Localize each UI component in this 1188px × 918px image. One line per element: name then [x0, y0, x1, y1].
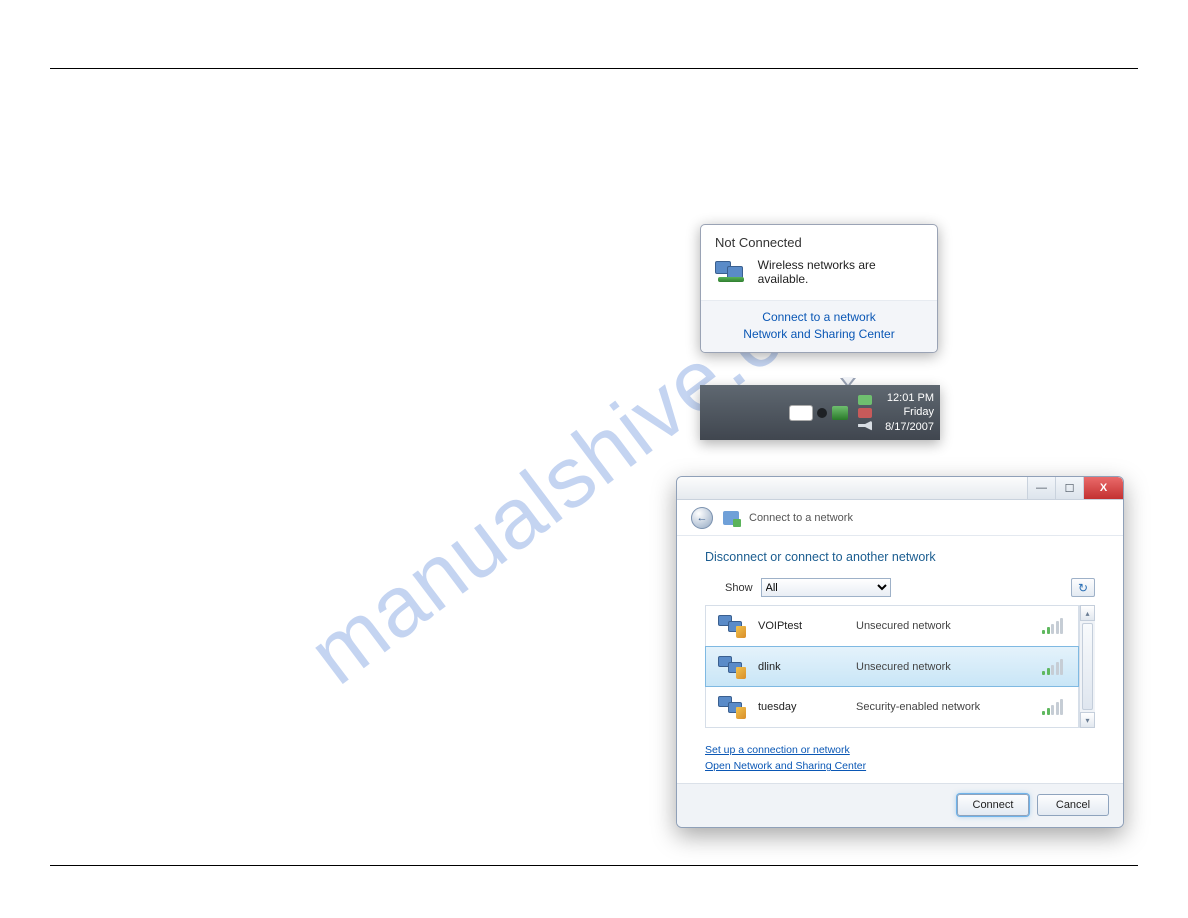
titlebar: — ☐ X	[677, 477, 1123, 500]
network-row[interactable]: VOIPtest Unsecured network	[706, 606, 1078, 647]
dialog-subtitle: Disconnect or connect to another network	[705, 550, 1095, 564]
close-button[interactable]: X	[1083, 477, 1123, 499]
signal-strength-icon	[1042, 699, 1066, 715]
power-icon[interactable]	[817, 408, 827, 418]
network-row[interactable]: tuesday Security-enabled network	[706, 686, 1078, 727]
balloon-title: Not Connected	[715, 235, 923, 250]
network-security: Unsecured network	[856, 620, 1030, 632]
back-button[interactable]: ←	[691, 507, 713, 529]
clock-date: 8/17/2007	[885, 420, 934, 434]
connect-network-dialog: — ☐ X ← Connect to a network Disconnect …	[676, 476, 1124, 828]
network-name: tuesday	[758, 701, 844, 713]
system-clock[interactable]: 12:01 PM Friday 8/17/2007	[885, 391, 934, 434]
system-tray: 12:01 PM Friday 8/17/2007	[700, 385, 940, 440]
scrollbar[interactable]: ▴ ▾	[1079, 605, 1095, 728]
open-sharing-center-link[interactable]: Open Network and Sharing Center	[705, 758, 1095, 774]
scroll-down-button[interactable]: ▾	[1080, 712, 1095, 728]
balloon-message: Wireless networks are available.	[758, 258, 923, 286]
maximize-button[interactable]: ☐	[1055, 477, 1083, 499]
show-filter-select[interactable]: All	[761, 578, 891, 597]
network-tray-icon[interactable]	[858, 408, 872, 418]
battery-icon[interactable]	[790, 406, 812, 420]
notification-balloon: Not Connected Wireless networks are avai…	[700, 224, 938, 353]
minimize-button[interactable]: —	[1027, 477, 1055, 499]
connect-button[interactable]: Connect	[957, 794, 1029, 816]
network-row[interactable]: dlink Unsecured network	[705, 646, 1079, 687]
network-security: Unsecured network	[856, 661, 1030, 673]
show-label: Show	[725, 582, 753, 594]
scroll-up-button[interactable]: ▴	[1080, 605, 1095, 621]
connect-network-link[interactable]: Connect to a network	[701, 309, 937, 326]
network-item-icon	[716, 614, 746, 638]
setup-connection-link[interactable]: Set up a connection or network	[705, 742, 1095, 758]
breadcrumb: ← Connect to a network	[677, 500, 1123, 536]
signal-strength-icon	[1042, 659, 1066, 675]
network-name: VOIPtest	[758, 620, 844, 632]
network-name: dlink	[758, 661, 844, 673]
sharing-center-link[interactable]: Network and Sharing Center	[701, 326, 937, 343]
breadcrumb-text: Connect to a network	[749, 512, 853, 524]
tray-icon[interactable]	[858, 395, 872, 405]
network-path-icon	[723, 511, 739, 525]
dialog-footer: Connect Cancel	[677, 783, 1123, 827]
network-item-icon	[716, 695, 746, 719]
top-rule	[50, 68, 1138, 69]
cancel-button[interactable]: Cancel	[1037, 794, 1109, 816]
clock-time: 12:01 PM	[885, 391, 934, 405]
network-security: Security-enabled network	[856, 701, 1030, 713]
bottom-rule	[50, 865, 1138, 866]
network-list: VOIPtest Unsecured network dlink Unsecured …	[705, 605, 1079, 728]
clock-day: Friday	[885, 405, 934, 419]
network-item-icon	[716, 655, 746, 679]
refresh-button[interactable]: ↻	[1071, 578, 1095, 597]
scroll-thumb[interactable]	[1082, 623, 1093, 710]
network-icon	[715, 258, 748, 286]
security-icon[interactable]	[832, 406, 848, 420]
signal-strength-icon	[1042, 618, 1066, 634]
volume-icon[interactable]	[858, 421, 872, 431]
